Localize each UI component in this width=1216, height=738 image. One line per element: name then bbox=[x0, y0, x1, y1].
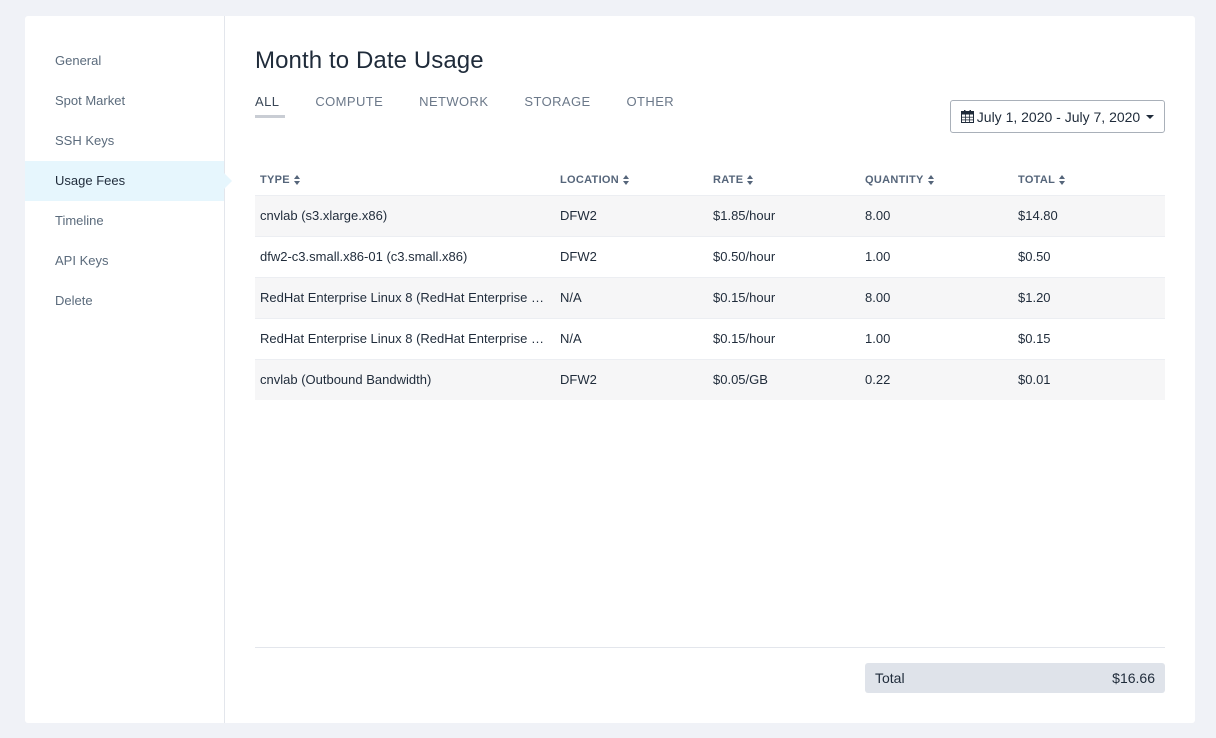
cell-quantity: 1.00 bbox=[860, 317, 1013, 359]
divider bbox=[255, 647, 1165, 648]
cell-quantity: 8.00 bbox=[860, 276, 1013, 318]
cell-location: DFW2 bbox=[555, 194, 708, 236]
table-header-row: TYPE LOCATION RATE QUANTITY TOTAL bbox=[255, 166, 1165, 195]
tab-compute[interactable]: COMPUTE bbox=[315, 94, 383, 118]
date-range-label: July 1, 2020 - July 7, 2020 bbox=[976, 108, 1141, 125]
sidebar-item-delete[interactable]: Delete bbox=[25, 281, 224, 321]
cell-type: cnvlab (s3.xlarge.x86) bbox=[255, 194, 555, 236]
table-row: dfw2-c3.small.x86-01 (c3.small.x86) DFW2… bbox=[255, 235, 1165, 277]
cell-quantity: 1.00 bbox=[860, 235, 1013, 277]
main-content: Month to Date Usage ALL COMPUTE NETWORK … bbox=[225, 16, 1195, 723]
sort-icon[interactable] bbox=[927, 175, 935, 186]
table-row: RedHat Enterprise Linux 8 (RedHat Enterp… bbox=[255, 317, 1165, 359]
cell-type: dfw2-c3.small.x86-01 (c3.small.x86) bbox=[255, 235, 555, 277]
sidebar-item-general[interactable]: General bbox=[25, 41, 224, 81]
sort-icon[interactable] bbox=[623, 175, 630, 186]
settings-card: General Spot Market SSH Keys Usage Fees … bbox=[25, 16, 1195, 723]
cell-rate: $0.15/hour bbox=[708, 317, 860, 359]
column-header-location[interactable]: LOCATION bbox=[555, 166, 708, 195]
sidebar-item-ssh-keys[interactable]: SSH Keys bbox=[25, 121, 224, 161]
cell-quantity: 0.22 bbox=[860, 358, 1013, 400]
table-row: cnvlab (s3.xlarge.x86) DFW2 $1.85/hour 8… bbox=[255, 194, 1165, 236]
column-header-type[interactable]: TYPE bbox=[255, 166, 555, 195]
cell-location: N/A bbox=[555, 276, 708, 318]
cell-type: RedHat Enterprise Linux 8 (RedHat Enterp… bbox=[255, 317, 555, 359]
tab-other[interactable]: OTHER bbox=[627, 94, 675, 118]
total-value: $16.66 bbox=[1112, 670, 1155, 686]
cell-rate: $1.85/hour bbox=[708, 194, 860, 236]
sort-icon[interactable] bbox=[747, 175, 754, 186]
column-header-total[interactable]: TOTAL bbox=[1013, 166, 1165, 195]
calendar-icon bbox=[960, 110, 974, 123]
sidebar-item-spot-market[interactable]: Spot Market bbox=[25, 81, 224, 121]
cell-total: $14.80 bbox=[1013, 194, 1165, 236]
sidebar-item-timeline[interactable]: Timeline bbox=[25, 201, 224, 241]
cell-total: $1.20 bbox=[1013, 276, 1165, 318]
cell-total: $0.15 bbox=[1013, 317, 1165, 359]
cell-type: cnvlab (Outbound Bandwidth) bbox=[255, 358, 555, 400]
cell-location: N/A bbox=[555, 317, 708, 359]
chevron-down-icon bbox=[1146, 114, 1155, 119]
cell-location: DFW2 bbox=[555, 235, 708, 277]
column-header-quantity[interactable]: QUANTITY bbox=[860, 166, 1013, 195]
cell-rate: $0.50/hour bbox=[708, 235, 860, 277]
cell-quantity: 8.00 bbox=[860, 194, 1013, 236]
date-range-dropdown[interactable]: July 1, 2020 - July 7, 2020 bbox=[950, 100, 1165, 133]
sidebar-item-usage-fees[interactable]: Usage Fees bbox=[25, 161, 232, 201]
sidebar: General Spot Market SSH Keys Usage Fees … bbox=[25, 16, 232, 723]
cell-type: RedHat Enterprise Linux 8 (RedHat Enterp… bbox=[255, 276, 555, 318]
total-summary: Total $16.66 bbox=[865, 663, 1165, 693]
column-header-rate[interactable]: RATE bbox=[708, 166, 860, 195]
page-title: Month to Date Usage bbox=[255, 47, 484, 74]
cell-rate: $0.05/GB bbox=[708, 358, 860, 400]
sort-icon[interactable] bbox=[1059, 175, 1066, 186]
tab-all[interactable]: ALL bbox=[255, 94, 286, 118]
table-row: cnvlab (Outbound Bandwidth) DFW2 $0.05/G… bbox=[255, 358, 1165, 400]
tab-storage[interactable]: STORAGE bbox=[524, 94, 590, 118]
cell-total: $0.01 bbox=[1013, 358, 1165, 400]
tab-network[interactable]: NETWORK bbox=[419, 94, 488, 118]
cell-total: $0.50 bbox=[1013, 235, 1165, 277]
sidebar-item-api-keys[interactable]: API Keys bbox=[25, 241, 224, 281]
table-row: RedHat Enterprise Linux 8 (RedHat Enterp… bbox=[255, 276, 1165, 318]
total-label: Total bbox=[875, 670, 905, 686]
cell-location: DFW2 bbox=[555, 358, 708, 400]
usage-table: TYPE LOCATION RATE QUANTITY TOTAL cnvlab… bbox=[255, 166, 1165, 400]
sort-icon[interactable] bbox=[293, 175, 301, 186]
cell-rate: $0.15/hour bbox=[708, 276, 860, 318]
